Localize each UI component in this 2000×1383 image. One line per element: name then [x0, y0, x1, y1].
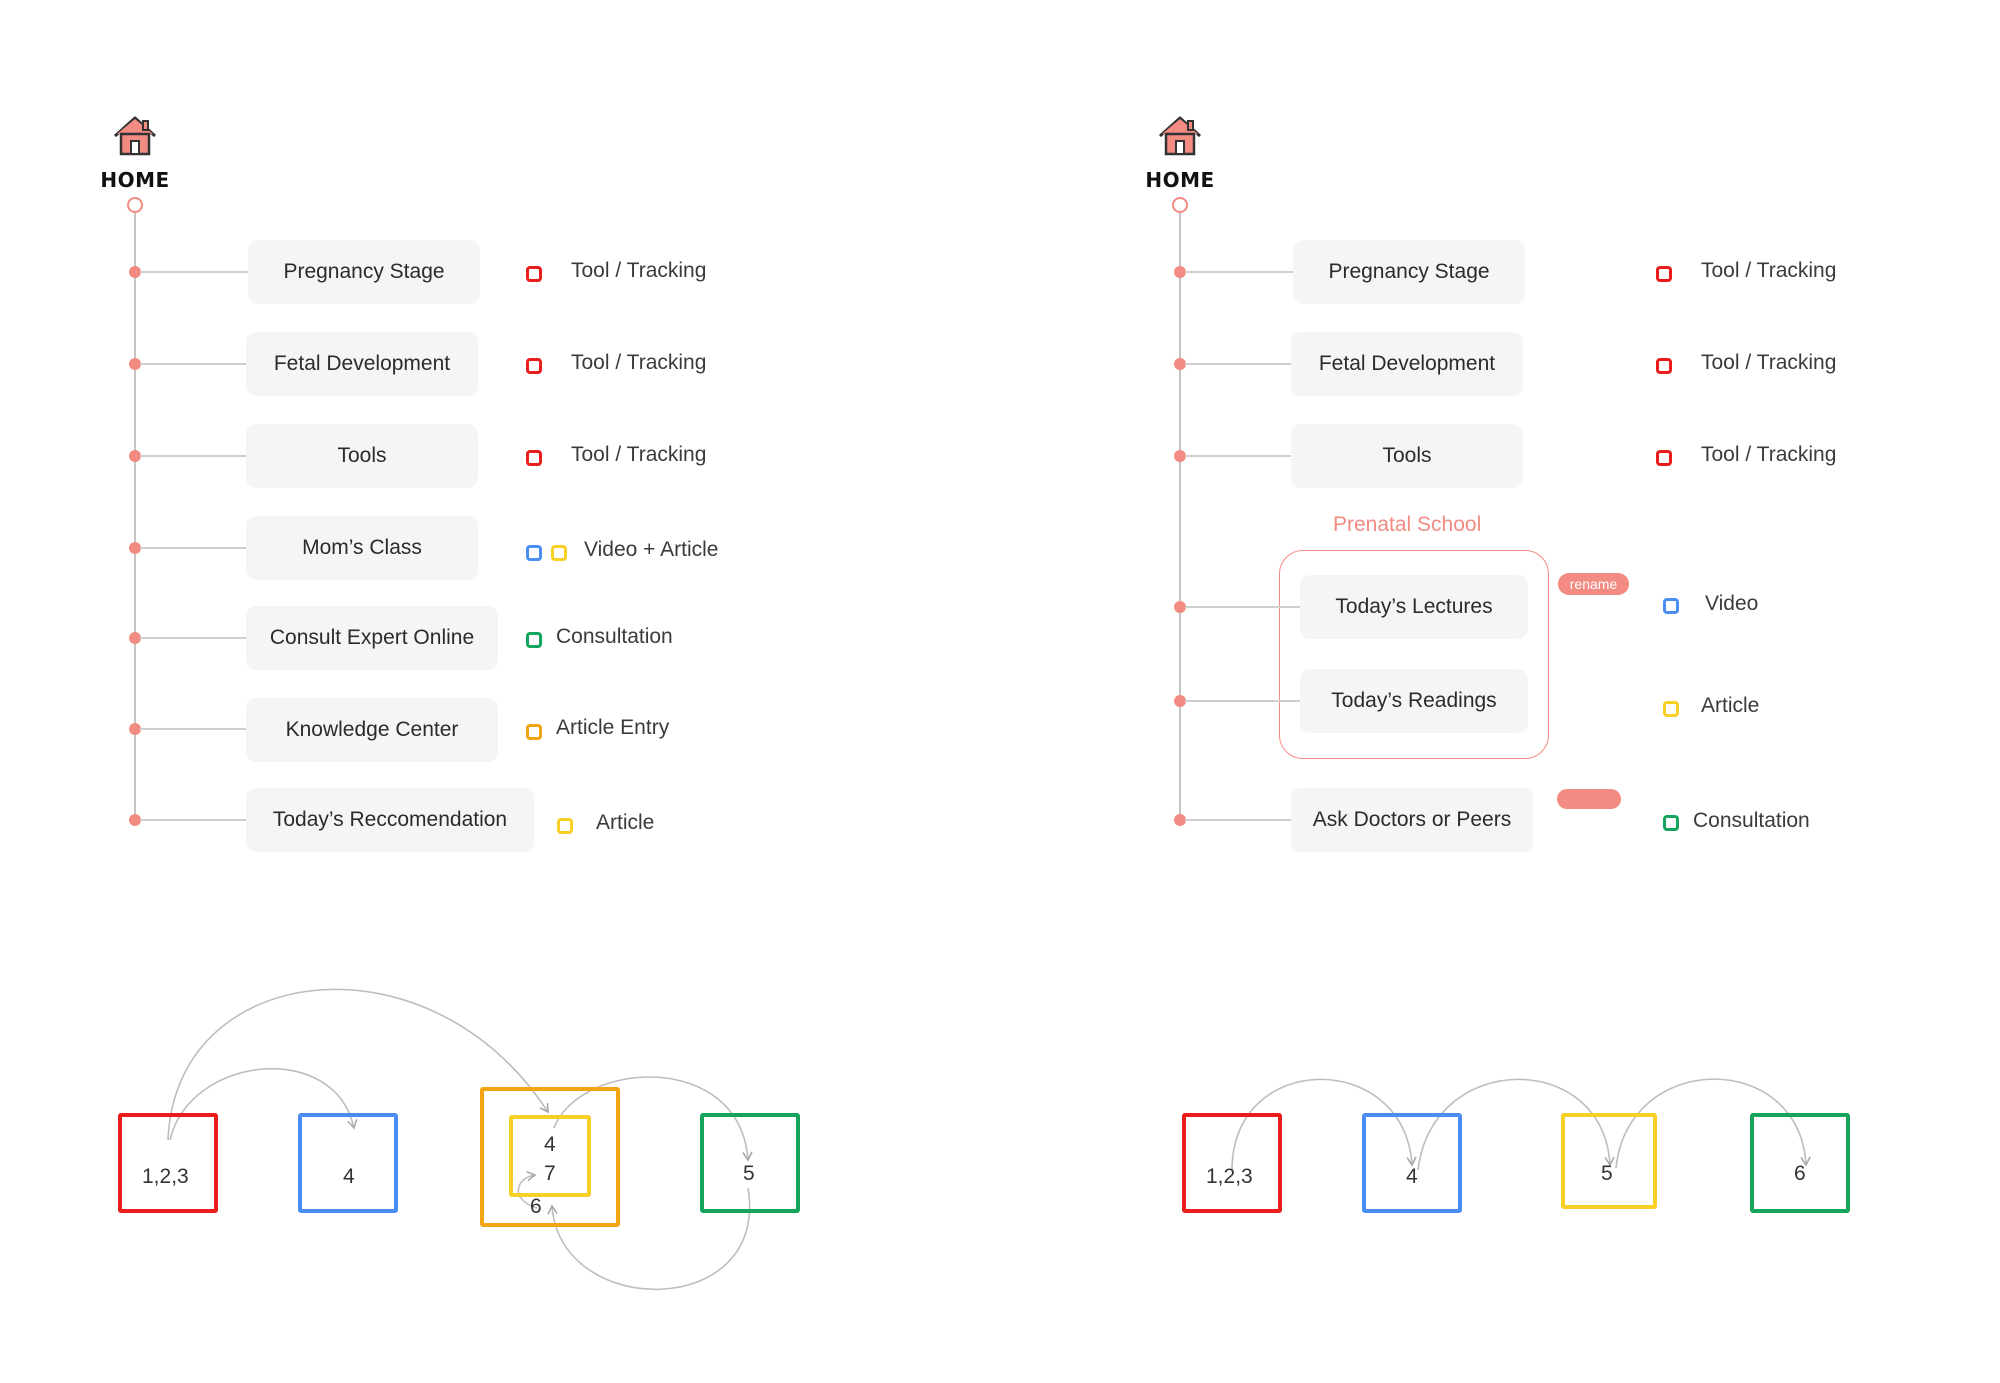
flow-box-label: 7 [544, 1162, 556, 1185]
flow-box-label: 1,2,3 [142, 1165, 189, 1188]
flow-box-red [1182, 1113, 1282, 1213]
flow-box-blue [298, 1113, 398, 1213]
flow-box-label: 1,2,3 [1206, 1165, 1253, 1188]
flow-box-blue [1362, 1113, 1462, 1213]
flow-box-yellow [1561, 1113, 1657, 1209]
flow-box-label: 6 [530, 1195, 542, 1218]
flow-box-label: 5 [1601, 1162, 1613, 1185]
flow-box-label: 5 [743, 1162, 755, 1185]
flow-box-label: 6 [1794, 1162, 1806, 1185]
flow-box-label: 4 [343, 1165, 355, 1188]
flow-box-red [118, 1113, 218, 1213]
flow-box-label: 4 [544, 1133, 556, 1156]
flow-box-label: 4 [1406, 1165, 1418, 1188]
